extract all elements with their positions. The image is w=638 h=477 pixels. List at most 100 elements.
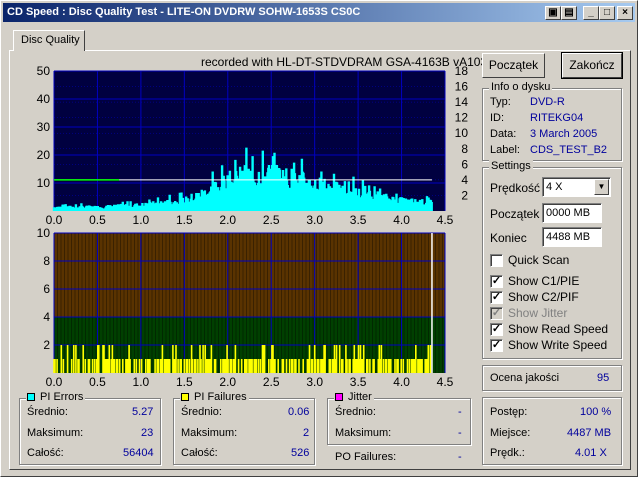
position-value: 4487 MB <box>567 427 612 439</box>
jitter-avg-label: Średnio: <box>335 406 376 418</box>
pie-x-tick-label: 1.5 <box>176 213 193 227</box>
start-mb-input[interactable]: 0000 MB <box>542 203 602 223</box>
pif-x-tick-label: 3.0 <box>306 375 323 389</box>
pif-x-tick-label: 2.0 <box>219 375 236 389</box>
start-button[interactable]: Początek <box>482 53 545 78</box>
pi-errors-avg-label: Średnio: <box>27 406 68 418</box>
quality-value: 95 <box>597 372 610 384</box>
pif-x-tick-label: 1.0 <box>133 375 150 389</box>
speed-readout-label: Prędk.: <box>490 447 525 459</box>
speed-select-value: 4 X <box>546 181 563 193</box>
pif-x-tick-label: 1.5 <box>176 375 193 389</box>
pie-y2-tick-label: 12 <box>455 111 469 125</box>
info-id-value: RITEKG04 <box>530 112 584 124</box>
progress-label: Postęp: <box>490 406 528 418</box>
pif-x-tick-label: 4.0 <box>393 375 410 389</box>
pi-failures-max-value: 2 <box>303 427 310 439</box>
pi-failures-caption: PI Failures <box>180 391 249 403</box>
pie-x-tick-label: 3.0 <box>306 213 323 227</box>
pie-y2-tick-label: 4 <box>461 173 468 187</box>
show-write-speed-checkbox[interactable]: ✓ <box>490 339 503 352</box>
quality-label: Ocena jakości <box>490 372 560 384</box>
jitter-max-label: Maksimum: <box>335 427 392 439</box>
pie-y2-tick-label: 10 <box>455 126 469 140</box>
show-c1-pie-label: Show C1/PIE <box>508 274 580 288</box>
chevron-down-icon[interactable]: ▼ <box>594 179 609 195</box>
info-icon[interactable]: ▣ <box>545 6 561 20</box>
pie-y2-tick-label: 6 <box>461 157 468 171</box>
minimize-icon[interactable]: _ <box>583 6 599 20</box>
info-type-label: Typ: <box>490 96 511 108</box>
quick-scan-label: Quick Scan <box>508 253 570 267</box>
progress-value: 100 % <box>580 406 612 418</box>
pie-x-tick-label: 4.0 <box>393 213 410 227</box>
pi-failures-max-label: Maksimum: <box>181 427 238 439</box>
show-c1-pie-checkbox[interactable]: ✓ <box>490 275 503 288</box>
pie-x-tick-label: 2.0 <box>219 213 236 227</box>
tab-disc-quality[interactable]: Disc Quality <box>13 30 85 51</box>
pif-x-tick-label: 4.5 <box>437 375 454 389</box>
title-bar: CD Speed : Disc Quality Test - LITE-ON D… <box>3 3 635 22</box>
pi-errors-avg-value: 5.27 <box>132 406 154 418</box>
save-icon[interactable]: ▤ <box>561 6 577 20</box>
close-icon[interactable]: × <box>617 6 633 20</box>
pif-y-tick-label: 2 <box>43 338 50 352</box>
pie-x-tick-label: 0.5 <box>89 213 106 227</box>
pie-y-tick-label: 20 <box>37 148 51 162</box>
speed-select[interactable]: 4 X ▼ <box>542 177 611 197</box>
end-mb-input[interactable]: 4488 MB <box>542 227 602 247</box>
tab-label: Disc Quality <box>21 34 80 46</box>
info-label-value: CDS_TEST_B2 <box>530 144 608 156</box>
pi-errors-legend-swatch <box>27 393 35 401</box>
pif-x-tick-label: 3.5 <box>350 375 367 389</box>
pie-x-tick-label: 3.5 <box>350 213 367 227</box>
speed-label: Prędkość <box>490 181 541 195</box>
settings-caption: Settings <box>489 160 533 172</box>
show-read-speed-checkbox[interactable]: ✓ <box>490 323 503 336</box>
jitter-max-value: - <box>458 427 462 439</box>
pie-x-tick-label: 2.5 <box>263 213 280 227</box>
po-failures-value: - <box>458 451 462 463</box>
show-jitter-checkbox: ✓ <box>490 307 503 320</box>
disc-info-caption: Info o dysku <box>489 81 553 93</box>
pie-y-tick-label: 40 <box>37 92 51 106</box>
disc-quality-chart: 1020304050246810121416180.0 0.5 1.0 1.5 2.0 2… <box>37 64 469 389</box>
end-mb-label: Koniec <box>490 231 527 245</box>
pi-errors-max-label: Maksimum: <box>27 427 84 439</box>
pif-y-tick-label: 8 <box>43 254 50 268</box>
pie-y-tick-label: 50 <box>37 64 51 78</box>
pie-y2-tick-label: 8 <box>461 142 468 156</box>
show-c2-pif-checkbox[interactable]: ✓ <box>490 291 503 304</box>
end-button[interactable]: Zakończ <box>561 52 623 79</box>
jitter-legend-swatch <box>335 393 343 401</box>
info-date-label: Data: <box>490 128 517 140</box>
info-date-value: 3 March 2005 <box>530 128 598 140</box>
info-label-label: Label: <box>490 144 520 156</box>
show-jitter-label: Show Jitter <box>508 306 568 320</box>
app-window: CD Speed : Disc Quality Test - LITE-ON D… <box>0 0 638 477</box>
window-title: CD Speed : Disc Quality Test - LITE-ON D… <box>7 6 361 18</box>
pi-errors-total-value: 56404 <box>123 447 154 459</box>
speed-readout-value: 4.01 X <box>575 447 607 459</box>
pi-failures-total-value: 526 <box>291 447 310 459</box>
show-c2-pif-label: Show C2/PIF <box>508 290 579 304</box>
pi-errors-max-value: 23 <box>141 427 154 439</box>
pif-y-tick-label: 10 <box>37 226 51 240</box>
pi-failures-avg-label: Średnio: <box>181 406 222 418</box>
maximize-icon[interactable]: □ <box>599 6 615 20</box>
pif-y-tick-label: 6 <box>43 282 50 296</box>
pie-x-tick-label: 1.0 <box>133 213 150 227</box>
quick-scan-checkbox[interactable] <box>490 254 503 267</box>
pi-failures-total-label: Całość: <box>181 447 218 459</box>
info-type-value: DVD-R <box>530 96 565 108</box>
pie-x-tick-label: 4.5 <box>437 213 454 227</box>
pif-x-tick-label: 2.5 <box>263 375 280 389</box>
pie-y-tick-label: 10 <box>37 176 51 190</box>
po-failures-label: PO Failures: <box>335 451 397 463</box>
pie-y2-tick-label: 14 <box>455 95 469 109</box>
pi-failures-avg-value: 0.06 <box>288 406 310 418</box>
show-write-speed-label: Show Write Speed <box>508 338 608 352</box>
show-read-speed-label: Show Read Speed <box>508 322 609 336</box>
pie-y2-tick-label: 2 <box>461 188 468 202</box>
info-id-label: ID: <box>490 112 505 124</box>
